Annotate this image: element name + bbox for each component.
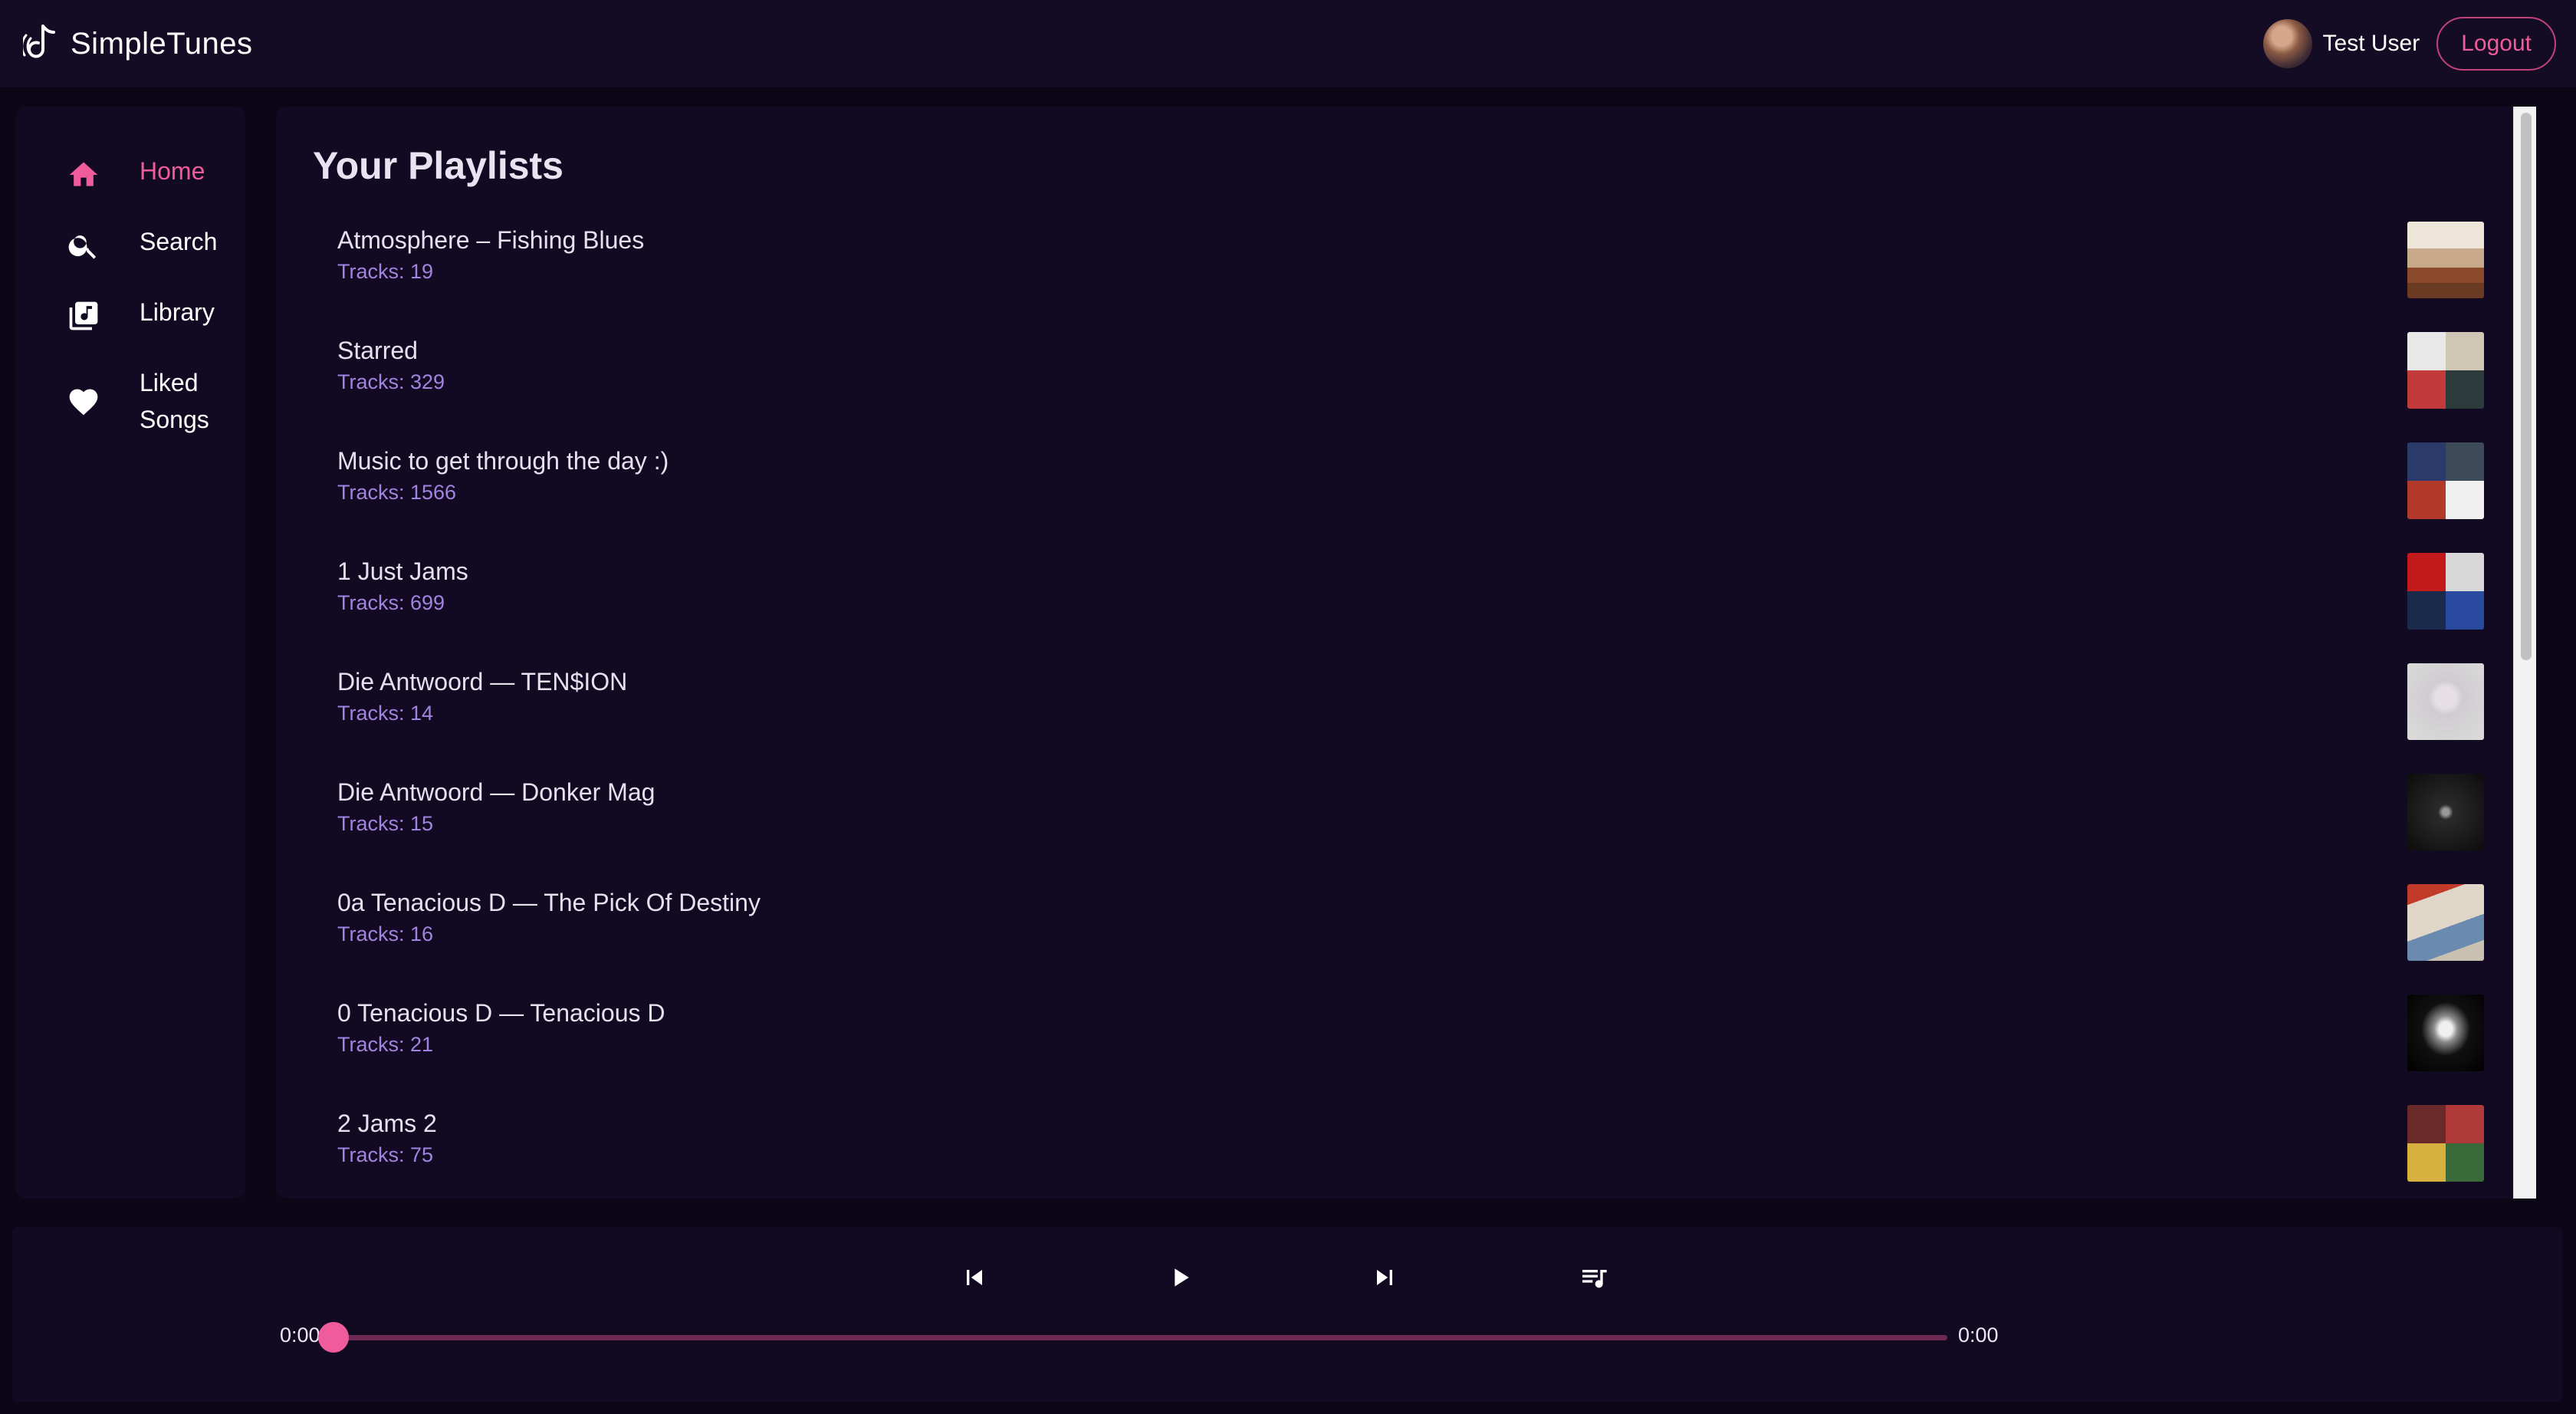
playlist-cover (2407, 442, 2484, 519)
playlist-cover (2407, 995, 2484, 1071)
skip-previous-button[interactable] (951, 1256, 997, 1302)
playlist-name: 1 Just Jams (337, 557, 468, 585)
playlist-track-count: Tracks: 75 (337, 1143, 434, 1166)
playlist-track-count: Tracks: 16 (337, 922, 434, 945)
sidebar-item-label: Search (140, 228, 218, 255)
playlist-name: 2 Jams 2 (337, 1110, 437, 1137)
playlist-name: Die Antwoord — TEN$ION (337, 668, 628, 695)
search-icon (64, 226, 103, 265)
playlist-cover (2407, 553, 2484, 630)
playlist-track-count: Tracks: 1566 (337, 481, 457, 504)
playlist-list: Atmosphere – Fishing Blues Tracks: 19 St… (337, 222, 2484, 1199)
playlist-cover (2407, 663, 2484, 740)
playlist-name: 0 Tenacious D — Tenacious D (337, 999, 665, 1027)
sidebar-item-search[interactable]: Search (15, 226, 245, 265)
skip-previous-icon (959, 1262, 990, 1297)
sidebar-item-home[interactable]: Home (15, 156, 245, 194)
playlist-name: Die Antwoord — Donker Mag (337, 778, 656, 806)
playlist-cover (2407, 774, 2484, 850)
avatar[interactable] (2262, 19, 2312, 68)
home-icon (64, 156, 103, 194)
playlist-track-count: Tracks: 14 (337, 702, 434, 725)
scrollbar[interactable] (2513, 107, 2536, 1199)
sidebar-item-liked-songs[interactable]: Liked Songs (15, 369, 245, 438)
brand[interactable]: SimpleTunes (21, 21, 253, 67)
playlist-row[interactable]: Atmosphere – Fishing Blues Tracks: 19 (337, 222, 2484, 335)
top-bar: SimpleTunes Test User Logout (0, 0, 2576, 87)
playlist-row[interactable]: 1 Just Jams Tracks: 699 (337, 553, 2484, 666)
playlist-row[interactable]: 0 Tenacious D — Tenacious D Tracks: 21 (337, 995, 2484, 1108)
logout-button[interactable]: Logout (2436, 17, 2556, 71)
playlist-track-count: Tracks: 329 (337, 370, 445, 393)
playlist-track-count: Tracks: 19 (337, 260, 434, 283)
playlist-row[interactable]: Starred Tracks: 329 (337, 332, 2484, 446)
playlist-row[interactable]: Die Antwoord — Donker Mag Tracks: 15 (337, 774, 2484, 887)
playlist-name: Starred (337, 337, 418, 364)
seek-bar[interactable] (334, 1335, 1947, 1340)
playlist-cover (2407, 884, 2484, 961)
playlist-cover (2407, 332, 2484, 409)
playlist-row[interactable]: Die Antwoord — TEN$ION Tracks: 14 (337, 663, 2484, 777)
playlist-name: Atmosphere – Fishing Blues (337, 226, 645, 254)
main-panel: Your Playlists Atmosphere – Fishing Blue… (276, 107, 2536, 1199)
account-area: Test User Logout (2262, 17, 2556, 71)
sidebar-item-label: Library (140, 298, 215, 326)
play-icon (1165, 1262, 1195, 1297)
play-button[interactable] (1157, 1256, 1203, 1302)
sidebar-item-label: Liked Songs (140, 369, 209, 433)
seek-knob[interactable] (318, 1322, 349, 1353)
total-duration: 0:00 (1958, 1324, 1999, 1347)
username: Test User (2322, 31, 2420, 56)
playlist-name: 0a Tenacious D — The Pick Of Destiny (337, 889, 761, 916)
playlist-cover (2407, 1105, 2484, 1182)
page-title: Your Playlists (313, 144, 564, 187)
playlist-track-count: Tracks: 21 (337, 1033, 434, 1056)
skip-next-icon (1369, 1262, 1400, 1297)
sidebar: Home Search Library Liked Songs (15, 107, 245, 1199)
heart-icon (64, 383, 103, 421)
scrollbar-thumb[interactable] (2521, 113, 2532, 660)
elapsed-time: 0:00 (280, 1324, 320, 1347)
playlist-track-count: Tracks: 15 (337, 812, 434, 835)
queue-music-icon (1579, 1262, 1609, 1297)
playlist-name: Music to get through the day :) (337, 447, 669, 475)
player-bar: 0:00 0:00 (12, 1227, 2562, 1402)
app-name: SimpleTunes (71, 26, 253, 61)
playlist-row[interactable]: 2 Jams 2 Tracks: 75 (337, 1105, 2484, 1199)
sidebar-item-label: Home (140, 157, 205, 185)
playlist-cover (2407, 222, 2484, 298)
playlist-row[interactable]: Music to get through the day :) Tracks: … (337, 442, 2484, 556)
music-note-logo-icon (21, 21, 61, 67)
skip-next-button[interactable] (1362, 1256, 1408, 1302)
library-music-icon (64, 297, 103, 335)
playlist-row[interactable]: 0a Tenacious D — The Pick Of Destiny Tra… (337, 884, 2484, 998)
playlist-track-count: Tracks: 699 (337, 591, 445, 614)
queue-button[interactable] (1571, 1256, 1617, 1302)
sidebar-item-library[interactable]: Library (15, 297, 245, 335)
